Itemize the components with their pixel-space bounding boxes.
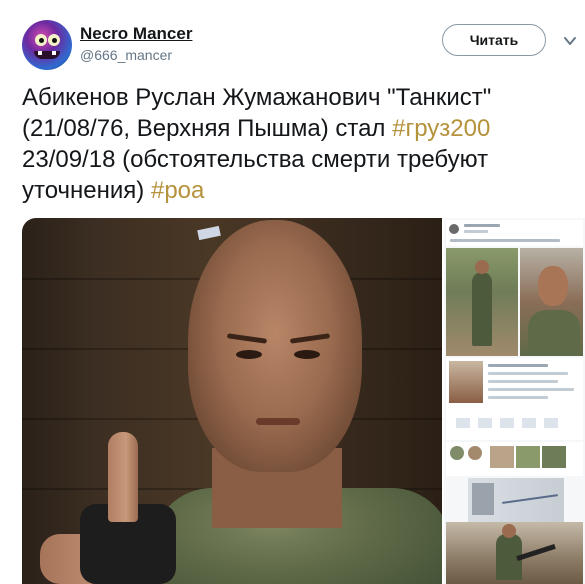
user-handle[interactable]: @666_mancer [80,47,172,63]
thumbnail-photo [446,248,518,356]
raised-finger [108,432,138,522]
user-display-name[interactable]: Necro Mancer [80,24,192,44]
stat-box [522,418,536,428]
follow-button[interactable]: Читать [442,24,546,56]
avatar-tooth [52,51,56,55]
light-gap [197,225,221,241]
text-line [464,224,500,227]
friend-photo [490,446,514,468]
profile-card [446,358,583,440]
hashtag-link[interactable]: #роа [151,177,204,204]
stat-box [500,418,514,428]
text-line [488,380,558,383]
friends-row [446,442,583,476]
eye [236,350,262,359]
friend-avatar [468,446,482,460]
chevron-down-icon[interactable] [563,34,577,48]
passport-photo [468,478,564,522]
figure [472,260,492,346]
friend-photo [516,446,540,468]
hashtag-link[interactable]: #груз200 [392,115,490,142]
rifle [516,543,556,562]
thumbnail-photo [520,248,583,356]
text-line [488,372,568,375]
tweet-text-part: 23/09/18 (обстоятельства смерти требуют … [22,146,489,204]
avatar-tooth [38,51,42,55]
stat-box [456,418,470,428]
text-line [488,364,548,367]
mouth [256,418,300,425]
figure [528,310,580,356]
profile-picture [449,361,483,403]
stat-box [478,418,492,428]
thumbnail-photo [446,522,583,584]
text-line [488,388,574,391]
avatar[interactable] [22,20,72,70]
mini-avatar [449,224,459,234]
eye [294,350,320,359]
signature [502,494,558,504]
text-line [464,230,488,233]
friend-photo [542,446,566,468]
stat-box [544,418,558,428]
avatar-eye-left [35,34,47,46]
text-line [450,239,560,242]
friend-avatar [450,446,464,460]
tweet-header: Necro Mancer @666_mancer Читать [22,18,576,74]
face [188,220,362,472]
media-photo-collage[interactable] [444,218,585,584]
avatar-eye-right [48,34,60,46]
tweet-text: Абикенов Руслан Жумажанович "Танкист" (2… [22,82,572,206]
figure-face [538,266,568,306]
text-line [488,396,548,399]
profile-post-header [446,220,583,246]
passport-portrait [472,483,494,515]
tweet-media [22,218,585,584]
media-photo-main[interactable] [22,218,442,584]
